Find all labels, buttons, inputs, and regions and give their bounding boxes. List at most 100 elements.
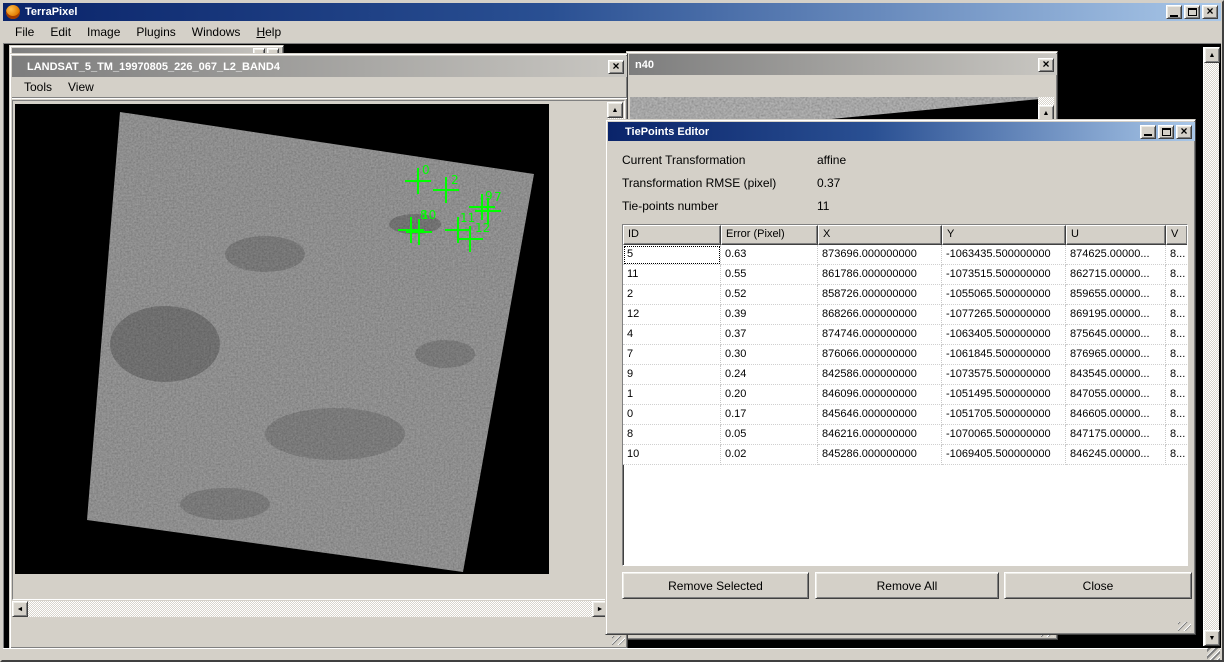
mdi-vscrollbar[interactable]: ▲ ▼ — [1203, 47, 1219, 646]
table-cell[interactable]: 0.39 — [721, 305, 818, 325]
table-row[interactable]: 40.37874746.000000000-1063405.5000000008… — [623, 325, 1187, 345]
table-cell[interactable]: 0.17 — [721, 405, 818, 425]
close-button[interactable]: Close — [1004, 572, 1192, 599]
landsat-close-icon[interactable]: × — [608, 60, 624, 74]
landsat-resize-grip[interactable] — [612, 636, 625, 645]
table-row[interactable]: 70.30876066.000000000-1061845.500000000 8… — [623, 345, 1187, 365]
landsat-window[interactable]: LANDSAT_5_TM_19970805_226_067_L2_BAND4 ×… — [9, 53, 628, 649]
menu-file[interactable]: File — [7, 22, 42, 42]
table-cell[interactable]: 847055.00000... — [1066, 385, 1166, 405]
background-window-vscrollbar[interactable]: ▲ — [1038, 97, 1054, 121]
table-cell[interactable]: 2 — [623, 285, 721, 305]
table-cell[interactable]: -1051495.500000000 — [942, 385, 1066, 405]
table-row[interactable]: 10.20846096.000000000-1051495.5000000008… — [623, 385, 1187, 405]
table-cell[interactable]: 874746.000000000 — [818, 325, 942, 345]
maximize-icon[interactable] — [1184, 5, 1200, 19]
table-cell[interactable]: 858726.000000000 — [818, 285, 942, 305]
table-cell[interactable]: 843545.00000... — [1066, 365, 1166, 385]
window-resize-grip[interactable] — [1207, 648, 1220, 660]
landsat-titlebar[interactable]: LANDSAT_5_TM_19970805_226_067_L2_BAND4 × — [12, 56, 627, 77]
table-row[interactable]: 80.05846216.000000000-1070065.5000000008… — [623, 425, 1187, 445]
table-cell[interactable]: 10 — [623, 445, 721, 465]
table-cell[interactable]: -1061845.500000000 — [942, 345, 1066, 365]
table-cell[interactable]: 847175.00000... — [1066, 425, 1166, 445]
table-cell[interactable]: 5 — [623, 245, 721, 265]
table-cell[interactable]: 0.37 — [721, 325, 818, 345]
landsat-menu-tools[interactable]: Tools — [16, 77, 60, 97]
app-titlebar[interactable]: TerraPixel × — [3, 3, 1221, 21]
remove-all-button[interactable]: Remove All — [815, 572, 999, 599]
landsat-canvas[interactable]: 02978101112 — [15, 104, 549, 574]
table-cell[interactable]: 876066.000000000 — [818, 345, 942, 365]
table-cell[interactable]: 0.30 — [721, 345, 818, 365]
table-cell[interactable]: -1073575.500000000 — [942, 365, 1066, 385]
menu-image[interactable]: Image — [79, 22, 128, 42]
scroll-left-icon[interactable]: ◄ — [12, 601, 28, 617]
table-cell[interactable]: 0.02 — [721, 445, 818, 465]
tiepoints-table[interactable]: ID Error (Pixel) X Y U V 50.63873696.000… — [622, 224, 1188, 566]
table-cell[interactable]: -1069405.500000000 — [942, 445, 1066, 465]
table-cell[interactable]: 0.52 — [721, 285, 818, 305]
table-row[interactable]: 120.39868266.000000000-1077265.500000000… — [623, 305, 1187, 325]
column-header-u[interactable]: U — [1066, 225, 1166, 245]
table-cell[interactable]: 4 — [623, 325, 721, 345]
table-cell[interactable]: 0.05 — [721, 425, 818, 445]
table-cell[interactable]: 8... — [1166, 365, 1187, 385]
column-header-v[interactable]: V — [1166, 225, 1187, 245]
scroll-up-icon[interactable]: ▲ — [1204, 47, 1220, 63]
tiepoints-resize-grip[interactable] — [1178, 622, 1191, 631]
menu-windows[interactable]: Windows — [184, 22, 249, 42]
table-cell[interactable]: -1063405.500000000 — [942, 325, 1066, 345]
table-cell[interactable]: -1051705.500000000 — [942, 405, 1066, 425]
table-cell[interactable]: 8... — [1166, 405, 1187, 425]
menu-plugins[interactable]: Plugins — [128, 22, 183, 42]
table-cell[interactable]: 8... — [1166, 445, 1187, 465]
table-row[interactable]: 20.52858726.000000000-1055065.5000000008… — [623, 285, 1187, 305]
table-cell[interactable]: 8... — [1166, 265, 1187, 285]
table-cell[interactable]: -1070065.500000000 — [942, 425, 1066, 445]
close-icon[interactable]: × — [1202, 5, 1218, 19]
table-cell[interactable]: 859655.00000... — [1066, 285, 1166, 305]
column-header-y[interactable]: Y — [942, 225, 1066, 245]
table-cell[interactable]: 875645.00000... — [1066, 325, 1166, 345]
tiepoints-editor-window[interactable]: TiePoints Editor × Current Transformatio… — [605, 119, 1196, 635]
table-cell[interactable]: 8... — [1166, 425, 1187, 445]
background-image-view[interactable] — [630, 97, 1040, 121]
table-cell[interactable]: 845286.000000000 — [818, 445, 942, 465]
table-cell[interactable]: 1 — [623, 385, 721, 405]
table-row[interactable]: 50.63873696.000000000-1063435.5000000008… — [623, 245, 1187, 265]
table-cell[interactable]: 869195.00000... — [1066, 305, 1166, 325]
menu-help[interactable]: Help — [248, 22, 289, 42]
table-cell[interactable]: -1063435.500000000 — [942, 245, 1066, 265]
table-cell[interactable]: 842586.000000000 — [818, 365, 942, 385]
table-cell[interactable]: 845646.000000000 — [818, 405, 942, 425]
table-cell[interactable]: 8... — [1166, 285, 1187, 305]
table-cell[interactable]: 0.55 — [721, 265, 818, 285]
table-row[interactable]: 100.02845286.000000000-1069405.500000000… — [623, 445, 1187, 465]
table-cell[interactable]: 8... — [1166, 305, 1187, 325]
scroll-up-icon[interactable]: ▲ — [607, 102, 623, 118]
table-cell[interactable]: 862715.00000... — [1066, 265, 1166, 285]
table-cell[interactable]: 0.63 — [721, 245, 818, 265]
table-cell[interactable]: 0.20 — [721, 385, 818, 405]
minimize-icon[interactable] — [1166, 5, 1182, 19]
table-cell[interactable]: 874625.00000... — [1066, 245, 1166, 265]
background-window-close-icon[interactable]: × — [1038, 58, 1054, 72]
menu-edit[interactable]: Edit — [42, 22, 79, 42]
table-cell[interactable]: 7 — [623, 345, 721, 365]
table-cell[interactable]: 0.24 — [721, 365, 818, 385]
table-cell[interactable]: 0 — [623, 405, 721, 425]
table-cell[interactable]: 846605.00000... — [1066, 405, 1166, 425]
table-cell[interactable]: 8... — [1166, 325, 1187, 345]
table-row[interactable]: 90.24842586.000000000-1073575.5000000008… — [623, 365, 1187, 385]
table-cell[interactable]: 861786.000000000 — [818, 265, 942, 285]
table-row[interactable]: 00.17845646.000000000-1051705.5000000008… — [623, 405, 1187, 425]
table-cell[interactable]: 12 — [623, 305, 721, 325]
table-cell[interactable]: 8... — [1166, 385, 1187, 405]
table-cell[interactable]: 846216.000000000 — [818, 425, 942, 445]
tiepoints-close-icon[interactable]: × — [1176, 125, 1192, 139]
column-header-id[interactable]: ID — [623, 225, 721, 245]
table-cell[interactable]: -1055065.500000000 — [942, 285, 1066, 305]
table-cell[interactable]: 8... — [1166, 345, 1187, 365]
tiepoints-maximize-icon[interactable] — [1158, 125, 1174, 139]
